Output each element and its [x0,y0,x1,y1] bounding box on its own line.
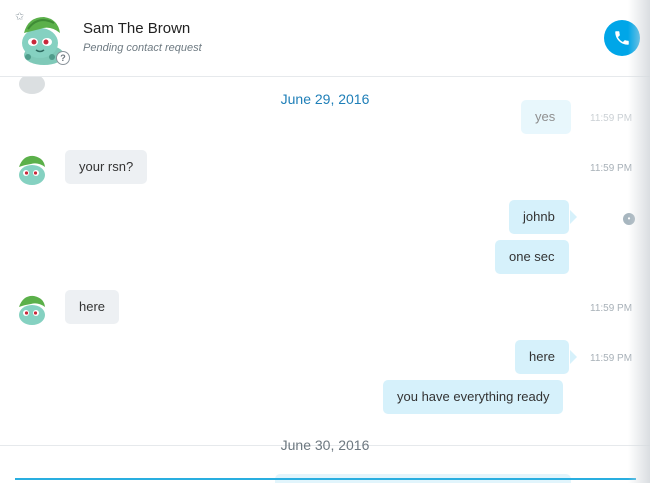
message-text: you have everything ready [397,389,550,404]
message-time: 11:59 PM [590,303,633,314]
partial-message-text: yes [535,109,556,124]
message-text: one sec [509,249,555,264]
contact-status: Pending contact request [83,42,202,54]
input-focus-line [15,478,636,480]
star-icon[interactable]: ✩ [15,12,24,23]
message-time: 11:59 PM [590,353,633,364]
outgoing-message-bubble[interactable]: here [515,340,570,374]
question-mark-icon: ? [56,51,70,65]
date-separator: June 29, 2016 [280,91,370,107]
message-list[interactable]: yes 11:59 PM June 29, 2016 your rsn? 11:… [0,76,650,483]
outgoing-message-bubble[interactable]: johnb [509,200,569,234]
message-time: 11:59 PM [590,163,633,174]
contact-name[interactable]: Sam The Brown [83,20,190,37]
message-status-icon: • [623,213,635,225]
outgoing-message-bubble[interactable]: you have everything ready [383,380,564,414]
message-text: here [529,349,556,364]
incoming-message-bubble[interactable]: your rsn? [65,150,148,184]
message-text: your rsn? [79,159,134,174]
call-button[interactable] [604,20,640,56]
bubble-tail [570,210,577,224]
partial-message-time: 11:59 PM [590,113,633,124]
bubble-tail [570,350,577,364]
incoming-message-bubble[interactable]: here [65,290,120,324]
message-text: johnb [523,209,555,224]
phone-icon [615,31,629,45]
date-separator: June 30, 2016 [280,437,370,453]
sender-avatar[interactable] [14,291,50,327]
message-text: here [79,299,106,314]
outgoing-message-bubble[interactable]: one sec [495,240,569,274]
conversation-header: ✩ ? Sam The Brown Pending contact reques… [0,0,650,77]
sender-avatar[interactable] [14,151,50,187]
